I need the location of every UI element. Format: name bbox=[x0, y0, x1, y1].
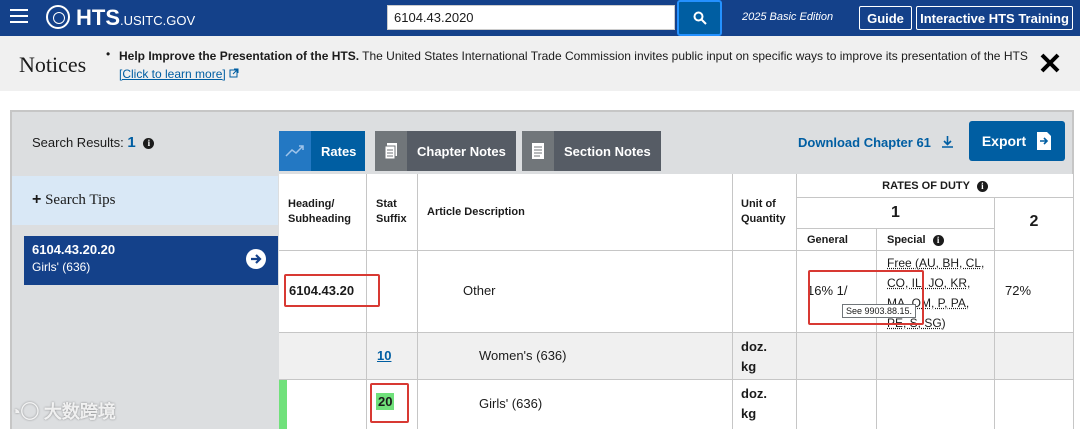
tab-chapter-notes[interactable]: Chapter Notes bbox=[375, 131, 516, 171]
bullet: • bbox=[106, 47, 110, 61]
notice-body: The United States International Trade Co… bbox=[359, 49, 1028, 63]
notices-banner: Notices • Help Improve the Presentation … bbox=[0, 36, 1080, 91]
search-input[interactable] bbox=[387, 5, 675, 30]
download-chapter-link[interactable]: Download Chapter 61 bbox=[798, 135, 954, 150]
row2-general bbox=[797, 333, 877, 380]
info-icon[interactable]: i bbox=[933, 235, 944, 246]
watermark: ◔◯ 大数跨境 bbox=[10, 398, 116, 424]
col-header-rates: RATES OF DUTY i bbox=[797, 174, 1074, 198]
close-icon[interactable] bbox=[1039, 52, 1061, 74]
col-header-heading: Heading/ Subheading bbox=[279, 174, 367, 251]
external-link-icon bbox=[229, 68, 239, 78]
results-count: 1 bbox=[127, 134, 135, 151]
export-file-icon bbox=[1036, 131, 1052, 151]
trend-icon bbox=[279, 131, 311, 171]
row2-description: Women's (636) bbox=[418, 333, 733, 380]
download-icon bbox=[941, 135, 954, 148]
col-header-2: 2 bbox=[995, 198, 1074, 251]
col-header-1: 1 bbox=[797, 198, 995, 229]
tab-rates[interactable]: Rates bbox=[279, 131, 365, 171]
notice-bold: Help Improve the Presentation of the HTS… bbox=[119, 49, 359, 63]
document-icon bbox=[522, 131, 554, 171]
search-icon bbox=[693, 11, 707, 25]
row3-description: Girls' (636) bbox=[418, 380, 733, 429]
watermark-logo-icon: ◔◯ bbox=[10, 402, 39, 422]
row1-unit bbox=[733, 251, 797, 333]
rates-table: Heading/ Subheading Stat Suffix Article … bbox=[279, 174, 1074, 429]
annotation-box bbox=[808, 270, 924, 325]
row2-unit: doz. kg bbox=[733, 333, 797, 380]
learn-more-link[interactable]: [Click to learn more] bbox=[119, 67, 226, 81]
info-icon[interactable]: i bbox=[977, 181, 988, 192]
col-header-stat: Stat Suffix bbox=[367, 174, 418, 251]
usitc-seal-icon bbox=[46, 5, 70, 29]
search-button[interactable] bbox=[677, 0, 722, 36]
document-icon bbox=[375, 131, 407, 171]
annotation-box bbox=[370, 383, 409, 423]
row3-heading bbox=[279, 380, 367, 429]
row1-description: Other bbox=[418, 251, 733, 333]
row3-col2 bbox=[995, 380, 1074, 429]
col-header-description: Article Description bbox=[418, 174, 733, 251]
notices-title: Notices bbox=[19, 52, 86, 78]
result-code: 6104.43.20.20 bbox=[32, 242, 278, 257]
arrow-right-icon[interactable] bbox=[246, 249, 266, 269]
tab-section-notes[interactable]: Section Notes bbox=[522, 131, 661, 171]
plus-icon: + bbox=[32, 191, 41, 208]
result-item[interactable]: 6104.43.20.20 Girls' (636) bbox=[24, 236, 278, 285]
site-header: HTS.USITC.GOV 2025 Basic Edition Guide I… bbox=[0, 0, 1080, 36]
selected-row-marker bbox=[279, 380, 287, 429]
info-icon[interactable]: i bbox=[143, 138, 154, 149]
guide-button[interactable]: Guide bbox=[859, 6, 912, 30]
export-button[interactable]: Export bbox=[969, 121, 1065, 161]
row2-stat[interactable]: 10 bbox=[367, 333, 418, 380]
site-logo[interactable]: HTS.USITC.GOV bbox=[76, 5, 195, 31]
row3-unit: doz. kg bbox=[733, 380, 797, 429]
main-panel: Search Results: 1 i Rates Chapter Notes … bbox=[10, 110, 1074, 429]
row2-heading bbox=[279, 333, 367, 380]
row3-general bbox=[797, 380, 877, 429]
col-header-special: Special i bbox=[877, 229, 995, 251]
training-button[interactable]: Interactive HTS Training bbox=[916, 6, 1073, 30]
search-tips[interactable]: + Search Tips bbox=[12, 176, 278, 225]
row2-col2 bbox=[995, 333, 1074, 380]
annotation-box bbox=[284, 274, 380, 307]
row1-col2: 72% bbox=[995, 251, 1074, 333]
stat-link[interactable]: 10 bbox=[377, 348, 391, 363]
edition-label: 2025 Basic Edition bbox=[742, 11, 833, 23]
notice-text: Help Improve the Presentation of the HTS… bbox=[119, 47, 1029, 83]
menu-icon[interactable] bbox=[10, 9, 28, 23]
col-header-general: General bbox=[797, 229, 877, 251]
search-results: Search Results: 1 i bbox=[32, 134, 154, 151]
result-desc: Girls' (636) bbox=[32, 260, 278, 274]
row2-special bbox=[877, 333, 995, 380]
row3-special bbox=[877, 380, 995, 429]
col-header-unit: Unit of Quantity bbox=[733, 174, 797, 251]
